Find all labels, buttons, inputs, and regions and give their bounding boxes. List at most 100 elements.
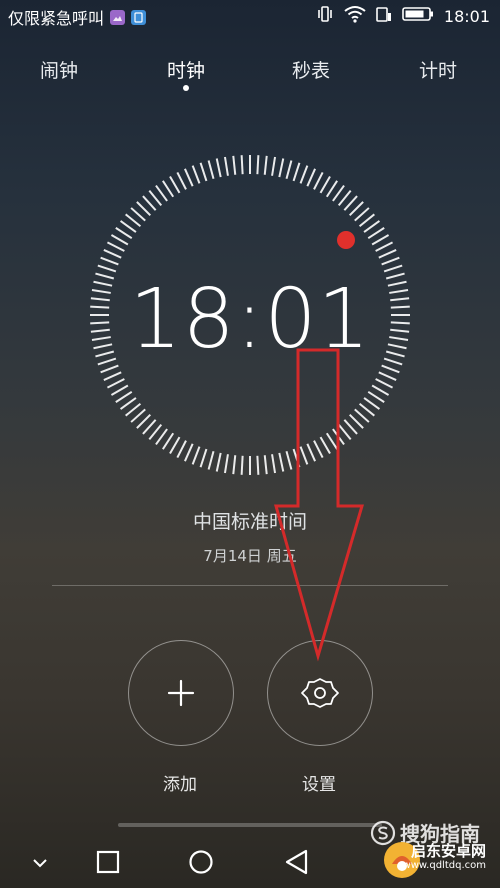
dial-tick <box>184 168 194 187</box>
dial-tick <box>381 256 400 266</box>
battery-icon <box>402 6 434 26</box>
dial-tick <box>383 264 403 273</box>
second-indicator-dot <box>337 231 355 249</box>
dial-tick <box>125 402 142 417</box>
dial-tick <box>207 450 215 470</box>
dial-tick <box>375 241 394 252</box>
dial-tick <box>142 195 157 211</box>
dial-tick <box>176 440 187 459</box>
dial-tick <box>367 390 385 403</box>
chevron-down-icon[interactable] <box>32 858 48 868</box>
add-button[interactable] <box>128 640 234 746</box>
home-circle-icon[interactable] <box>188 849 214 875</box>
date-label: 7月14日 周五 <box>203 547 297 565</box>
dial-tick <box>278 158 285 178</box>
dial-tick <box>378 371 397 381</box>
back-triangle-icon[interactable] <box>284 849 310 875</box>
dial-tick <box>223 156 229 176</box>
dial-tick <box>115 390 133 403</box>
dial-tick <box>223 454 229 474</box>
dial-tick <box>199 448 208 468</box>
dial-tick <box>263 455 268 475</box>
dial-tick <box>130 207 146 222</box>
sim-signal-icon <box>376 5 392 27</box>
dial-tick <box>207 160 215 180</box>
dial-tick <box>337 190 352 207</box>
dial-tick <box>371 234 390 246</box>
dial-tick <box>148 190 163 207</box>
sim-app-icon <box>131 9 147 25</box>
dial-tick <box>325 180 338 198</box>
dial-tick <box>299 165 309 184</box>
tab-clock[interactable]: 时钟 <box>167 56 205 83</box>
dial-tick <box>162 432 175 450</box>
dial-tick <box>256 455 260 475</box>
dial-tick <box>319 175 331 194</box>
site-url: www.qdltdq.com <box>402 860 486 871</box>
dial-tick <box>348 201 364 217</box>
dial-tick <box>199 162 208 182</box>
dial-tick <box>378 249 397 259</box>
add-label: 添加 <box>163 775 197 795</box>
dial-tick <box>306 168 316 187</box>
settings-label: 设置 <box>302 775 336 795</box>
recents-square-icon[interactable] <box>96 850 120 874</box>
dial-tick <box>119 397 137 410</box>
tab-bar: 闹钟 时钟 秒表 计时 <box>0 56 500 96</box>
dial-tick <box>106 378 125 389</box>
dial-tick <box>215 158 222 178</box>
dial-tick <box>240 455 244 475</box>
dial-tick <box>119 220 137 233</box>
dial-tick <box>354 207 370 222</box>
dial-tick <box>155 428 168 446</box>
dial-tick <box>292 162 301 182</box>
dial-tick <box>169 436 181 455</box>
dial-tick <box>169 175 181 194</box>
dial-tick <box>313 171 324 190</box>
dial-tick <box>332 184 345 202</box>
dial-tick <box>162 180 175 198</box>
tab-timer[interactable]: 计时 <box>419 56 457 83</box>
dial-tick <box>115 227 133 240</box>
dial-tick <box>110 234 129 246</box>
dial-tick <box>176 171 187 190</box>
current-time: 18:01 <box>129 272 371 367</box>
dial-tick <box>232 155 237 175</box>
red-arrow-annotation <box>274 348 365 662</box>
dial-tick <box>191 165 201 184</box>
dial-tick <box>285 160 293 180</box>
dial-tick <box>215 452 222 472</box>
scroll-handle[interactable] <box>118 823 382 827</box>
dial-tick <box>367 227 385 240</box>
carrier-text: 仅限紧急呼叫 <box>8 9 105 28</box>
dial-tick <box>155 184 168 202</box>
dial-tick <box>184 443 194 462</box>
site-watermark: 启东安卓网 www.qdltdq.com <box>378 834 496 886</box>
dial-tick <box>371 384 390 396</box>
tab-alarm[interactable]: 闹钟 <box>40 56 78 83</box>
divider <box>52 585 448 586</box>
dial-tick <box>106 241 125 252</box>
gallery-app-icon <box>110 9 126 25</box>
plus-icon <box>167 679 195 707</box>
vibrate-icon <box>316 5 334 27</box>
tab-stopwatch[interactable]: 秒表 <box>292 56 330 83</box>
dial-tick <box>136 201 152 217</box>
dial-tick <box>136 413 152 429</box>
dial-tick <box>240 155 244 175</box>
dial-tick <box>110 384 129 396</box>
dial-tick <box>232 455 237 475</box>
dial-tick <box>125 213 142 228</box>
dial-tick <box>103 249 122 259</box>
dial-tick <box>363 220 381 233</box>
site-name: 启东安卓网 <box>410 842 486 860</box>
dial-tick <box>358 213 375 228</box>
dial-tick <box>100 256 119 266</box>
dial-tick <box>343 195 358 211</box>
dial-tick <box>256 155 260 175</box>
dial-tick <box>375 378 394 389</box>
timezone-label: 中国标准时间 <box>192 511 307 533</box>
selected-tab-indicator <box>183 85 189 91</box>
dial-tick <box>97 264 117 273</box>
wifi-icon <box>344 5 366 27</box>
